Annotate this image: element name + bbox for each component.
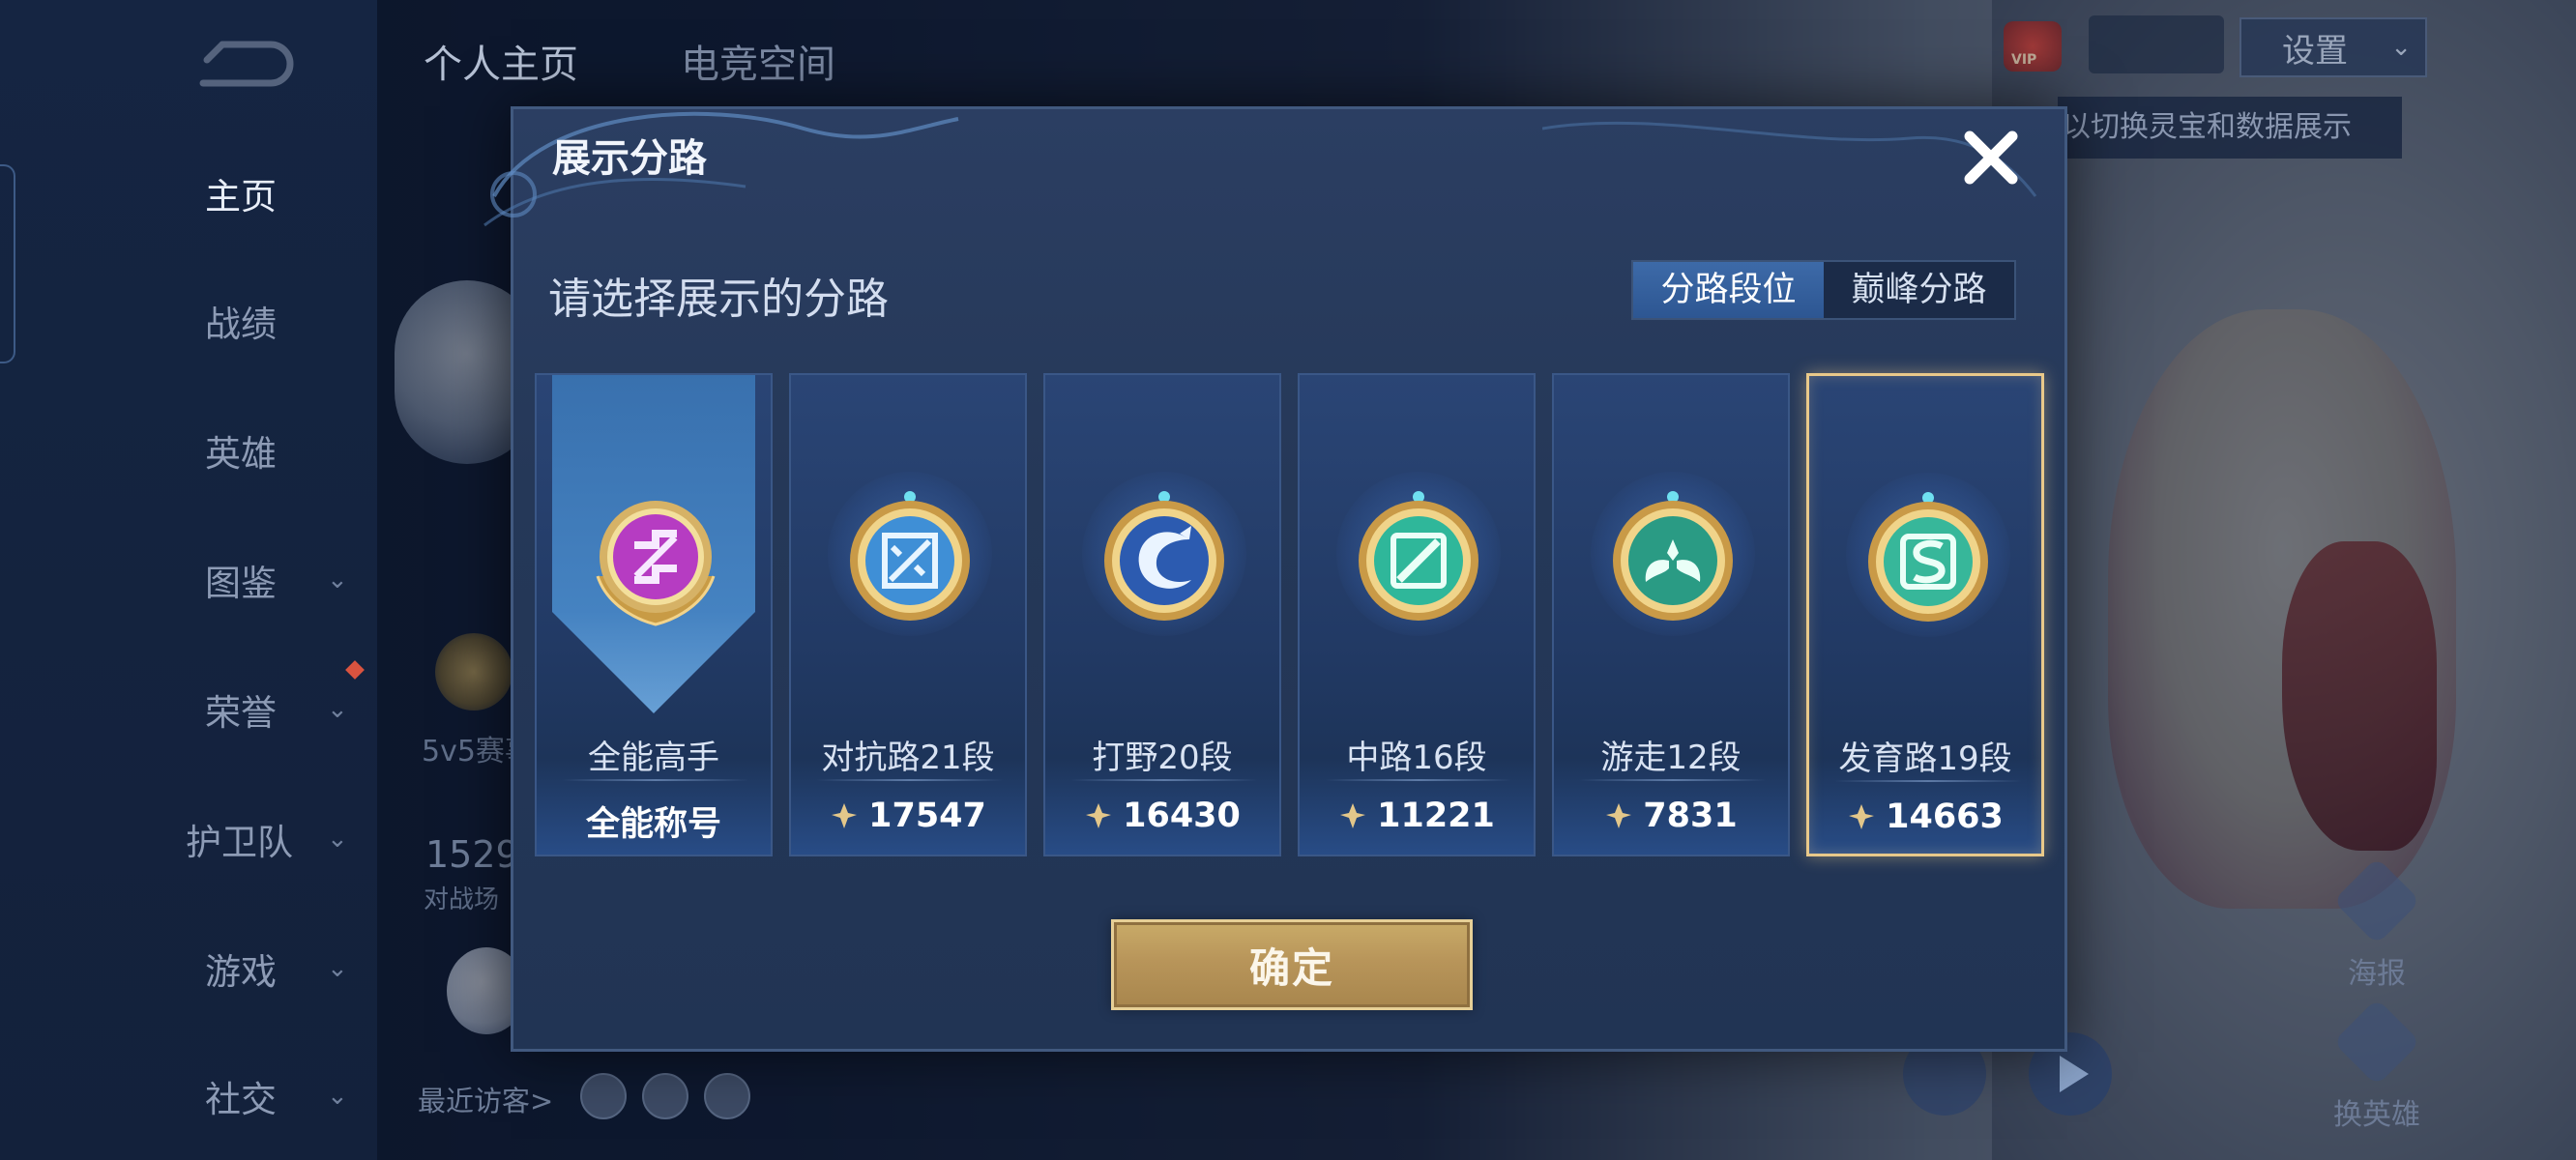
points-icon <box>1606 803 1632 828</box>
visitor-avatar[interactable] <box>642 1073 688 1119</box>
poster-button[interactable]: 海报 <box>2319 856 2435 991</box>
settings-button[interactable]: 设置 ⌄ <box>2239 17 2427 77</box>
lane-name: 全能高手 <box>588 739 719 777</box>
sidebar-item-record[interactable]: 战绩 <box>0 292 377 350</box>
lane-points: 7831 <box>1554 797 1788 835</box>
close-button[interactable] <box>1956 123 2026 192</box>
tab-personal-home[interactable]: 个人主页 <box>424 33 578 89</box>
lane-card-clash[interactable]: 对抗路21段 17547 <box>789 373 1027 856</box>
match-count: 1529 <box>425 833 519 876</box>
segment-toggle: 分路段位 巅峰分路 <box>1631 260 2016 320</box>
display-lane-dialog: 展示分路 请选择展示的分路 分路段位 巅峰分路 全能高手 全能称号 对抗路21段… <box>483 106 2067 1052</box>
lane-card-roam[interactable]: 游走12段 7831 <box>1552 373 1790 856</box>
lane-value: 全能称号 <box>585 805 721 844</box>
close-icon <box>1964 130 2018 185</box>
chevron-down-icon: ⌄ <box>2390 33 2412 62</box>
mid-lane-emblem-icon <box>1351 489 1486 634</box>
roam-emblem-icon <box>1605 489 1741 634</box>
lane-name: 中路16段 <box>1346 739 1487 777</box>
visitor-avatar[interactable] <box>580 1073 627 1119</box>
profile-tabs: 个人主页 电竞空间 <box>424 33 835 89</box>
lane-card-farm[interactable]: 发育路19段 14663 <box>1806 373 2044 856</box>
lane-card-allround[interactable]: 全能高手 全能称号 <box>535 373 773 856</box>
sidebar-item-social[interactable]: 社交 ⌄ <box>0 1067 377 1125</box>
sidebar-item-game[interactable]: 游戏 ⌄ <box>0 940 377 998</box>
lane-card-list: 全能高手 全能称号 对抗路21段 17547 打野20段 16430 中路16段… <box>535 373 2045 856</box>
match-count-label: 对战场 <box>424 885 500 914</box>
confirm-button[interactable]: 确定 <box>1111 919 1473 1010</box>
dialog-title: 展示分路 <box>552 136 707 181</box>
change-hero-button[interactable]: 换英雄 <box>2319 998 2435 1132</box>
chevron-down-icon: ⌄ <box>327 695 348 724</box>
lane-card-mid[interactable]: 中路16段 11221 <box>1298 373 1536 856</box>
segment-lane-rank[interactable]: 分路段位 <box>1633 262 1824 318</box>
recent-visitors-label[interactable]: 最近访客> <box>418 1079 553 1119</box>
chevron-down-icon: ⌄ <box>327 825 348 854</box>
sidebar-item-honor[interactable]: 荣誉 ⌄ <box>0 681 377 739</box>
account-info <box>2089 15 2224 73</box>
allround-emblem-icon <box>588 489 723 634</box>
tip-banner: 以切换灵宝和数据展示 <box>2058 97 2402 159</box>
sidebar-item-guard-team[interactable]: 护卫队 ⌄ <box>0 810 377 868</box>
rank-badge-icon <box>435 633 512 710</box>
tab-esports-space[interactable]: 电竞空间 <box>681 33 835 89</box>
clash-lane-emblem-icon <box>842 489 978 634</box>
chevron-down-icon: ⌄ <box>327 1082 348 1111</box>
points-icon <box>1849 804 1875 829</box>
chevron-down-icon: ⌄ <box>327 954 348 983</box>
points-icon <box>1340 803 1366 828</box>
sidebar-item-codex[interactable]: 图鉴 ⌄ <box>0 551 377 609</box>
dialog-subtitle: 请选择展示的分路 <box>548 275 889 324</box>
back-button[interactable] <box>193 37 294 87</box>
vip-badge: VIP <box>2004 21 2062 72</box>
jungle-emblem-icon <box>1097 489 1232 634</box>
sidebar: 主页 战绩 英雄 图鉴 ⌄ 荣誉 ⌄ 护卫队 ⌄ 游戏 ⌄ 社交 ⌄ <box>0 0 377 1160</box>
back-arrow-icon <box>199 41 294 87</box>
sidebar-item-heroes[interactable]: 英雄 <box>0 421 377 479</box>
chevron-down-icon: ⌄ <box>327 566 348 594</box>
farm-lane-emblem-icon <box>1860 490 1996 635</box>
lane-points: 16430 <box>1045 797 1279 835</box>
lane-points: 11221 <box>1300 797 1534 835</box>
lane-points: 14663 <box>1809 798 2041 836</box>
lane-name: 发育路19段 <box>1838 740 2012 778</box>
change-hero-icon <box>2332 998 2421 1087</box>
lane-name: 对抗路21段 <box>821 739 995 777</box>
points-icon <box>832 803 858 828</box>
sidebar-item-home[interactable]: 主页 <box>0 164 377 222</box>
lane-name: 打野20段 <box>1092 739 1233 777</box>
lane-points: 17547 <box>791 797 1025 835</box>
segment-peak-lane[interactable]: 巅峰分路 <box>1824 262 2014 318</box>
notification-dot <box>345 660 365 680</box>
visitor-avatar[interactable] <box>704 1073 750 1119</box>
points-icon <box>1086 803 1112 828</box>
poster-icon <box>2332 856 2421 945</box>
lane-card-jungle[interactable]: 打野20段 16430 <box>1043 373 1281 856</box>
lane-name: 游走12段 <box>1600 739 1742 777</box>
